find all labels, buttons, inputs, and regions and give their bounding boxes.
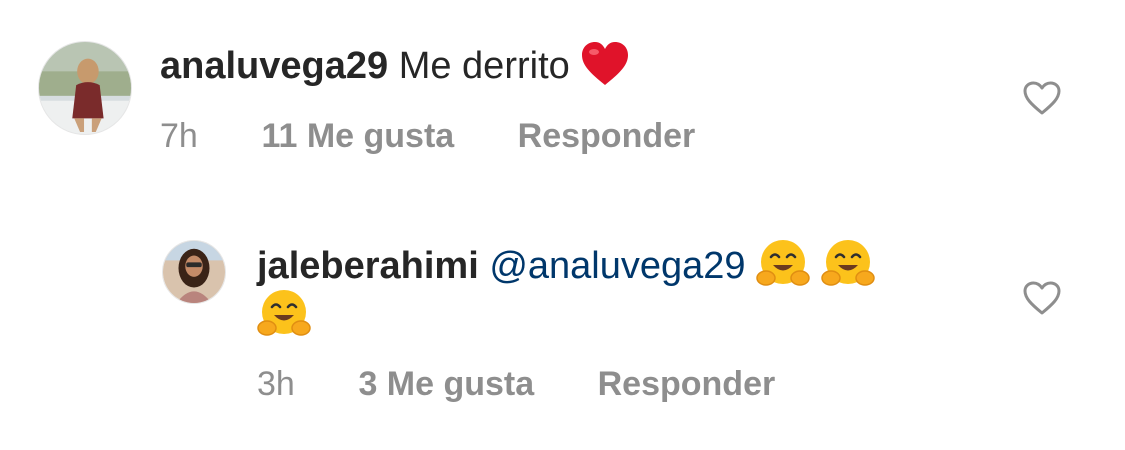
comment-item: analuvega29 Me derrito 7h 11 Me gusta Re… <box>0 0 1125 200</box>
comment-body: Me derrito <box>398 45 570 87</box>
comment-text-line: analuvega29 Me derrito <box>160 38 630 94</box>
comment-meta: 3h 3 Me gusta Responder <box>257 364 775 404</box>
avatar[interactable] <box>38 41 132 135</box>
avatar-photo <box>39 42 131 134</box>
heart-outline-icon <box>1023 81 1061 115</box>
reply-button[interactable]: Responder <box>518 116 696 156</box>
hugging-face-emoji-icon <box>257 288 311 340</box>
avatar-photo <box>163 241 225 303</box>
hugging-face-emoji-icon <box>756 238 810 290</box>
comment-text-line: jaleberahimi @analuvega29 <box>257 238 875 294</box>
comment-text-line-wrap <box>257 288 311 344</box>
comment-timestamp: 3h <box>257 365 295 403</box>
like-button[interactable] <box>1022 80 1062 116</box>
comment-username[interactable]: analuvega29 <box>160 45 388 87</box>
likes-count-button[interactable]: 11 Me gusta <box>261 116 454 156</box>
comment-username[interactable]: jaleberahimi <box>257 245 479 287</box>
red-heart-emoji-icon <box>580 41 630 87</box>
reply-button[interactable]: Responder <box>598 364 776 404</box>
comment-meta: 7h 11 Me gusta Responder <box>160 116 695 156</box>
like-button[interactable] <box>1022 280 1062 316</box>
mention-link[interactable]: @analuvega29 <box>489 245 745 287</box>
avatar[interactable] <box>162 240 226 304</box>
likes-count-button[interactable]: 3 Me gusta <box>358 364 534 404</box>
hugging-face-emoji-icon <box>820 238 875 290</box>
comment-timestamp: 7h <box>160 117 198 155</box>
reply-comment-item: jaleberahimi @analuvega29 3h 3 Me gusta … <box>0 200 1125 450</box>
heart-outline-icon <box>1023 281 1061 315</box>
